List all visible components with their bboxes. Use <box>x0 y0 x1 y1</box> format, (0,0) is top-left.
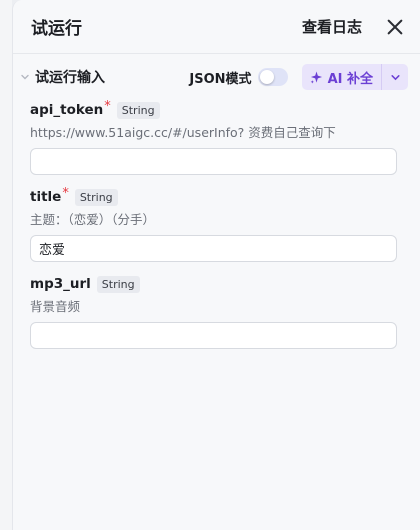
param-head: api_token * String <box>30 98 397 120</box>
input-section-header: 试运行输入 JSON模式 AI 补全 <box>13 54 420 100</box>
type-tag: String <box>116 101 160 119</box>
view-log-button[interactable]: 查看日志 <box>302 16 362 37</box>
ai-more-button[interactable] <box>382 64 408 90</box>
collapse-chevron-icon[interactable] <box>19 71 31 83</box>
param-head: mp3_url String <box>30 274 397 294</box>
required-mark: * <box>62 185 69 201</box>
param-description: 主题：（恋爱）（分手） <box>30 212 156 227</box>
param-description: 背景音频 <box>30 299 81 314</box>
ai-fill-button[interactable]: AI 补全 <box>301 64 381 90</box>
close-icon[interactable] <box>386 18 404 36</box>
backdrop <box>0 0 12 530</box>
json-mode-toggle[interactable] <box>257 68 288 86</box>
mp3-url-input[interactable] <box>30 322 397 349</box>
param-name: mp3_url <box>30 276 91 292</box>
param-api-token: api_token * String https://www.51aigc.cc… <box>13 98 420 175</box>
param-title: title * String 主题：（恋爱）（分手） <box>13 185 420 262</box>
ai-fill-group: AI 补全 <box>301 64 408 90</box>
title-input[interactable] <box>30 235 397 262</box>
param-name: title <box>30 189 62 205</box>
param-head: title * String <box>30 185 397 207</box>
panel-header: 试运行 查看日志 <box>13 0 420 54</box>
ai-fill-label: AI 补全 <box>327 71 373 87</box>
test-run-panel: 试运行 查看日志 试运行输入 JSON模式 AI 补全 api_token * … <box>12 0 420 530</box>
section-title: 试运行输入 <box>35 70 105 86</box>
type-tag: String <box>96 275 140 293</box>
api-token-input[interactable] <box>30 148 397 175</box>
param-description: https://www.51aigc.cc/#/userInfo? 资费自己查询… <box>30 125 336 140</box>
type-tag: String <box>74 188 118 206</box>
toggle-knob <box>259 70 274 84</box>
required-mark: * <box>104 98 111 114</box>
json-mode-label: JSON模式 <box>189 71 252 87</box>
sparkle-icon <box>310 70 322 83</box>
chevron-down-icon <box>390 74 400 80</box>
param-mp3-url: mp3_url String 背景音频 <box>13 274 420 349</box>
panel-title: 试运行 <box>31 19 82 39</box>
param-name: api_token <box>30 102 104 118</box>
